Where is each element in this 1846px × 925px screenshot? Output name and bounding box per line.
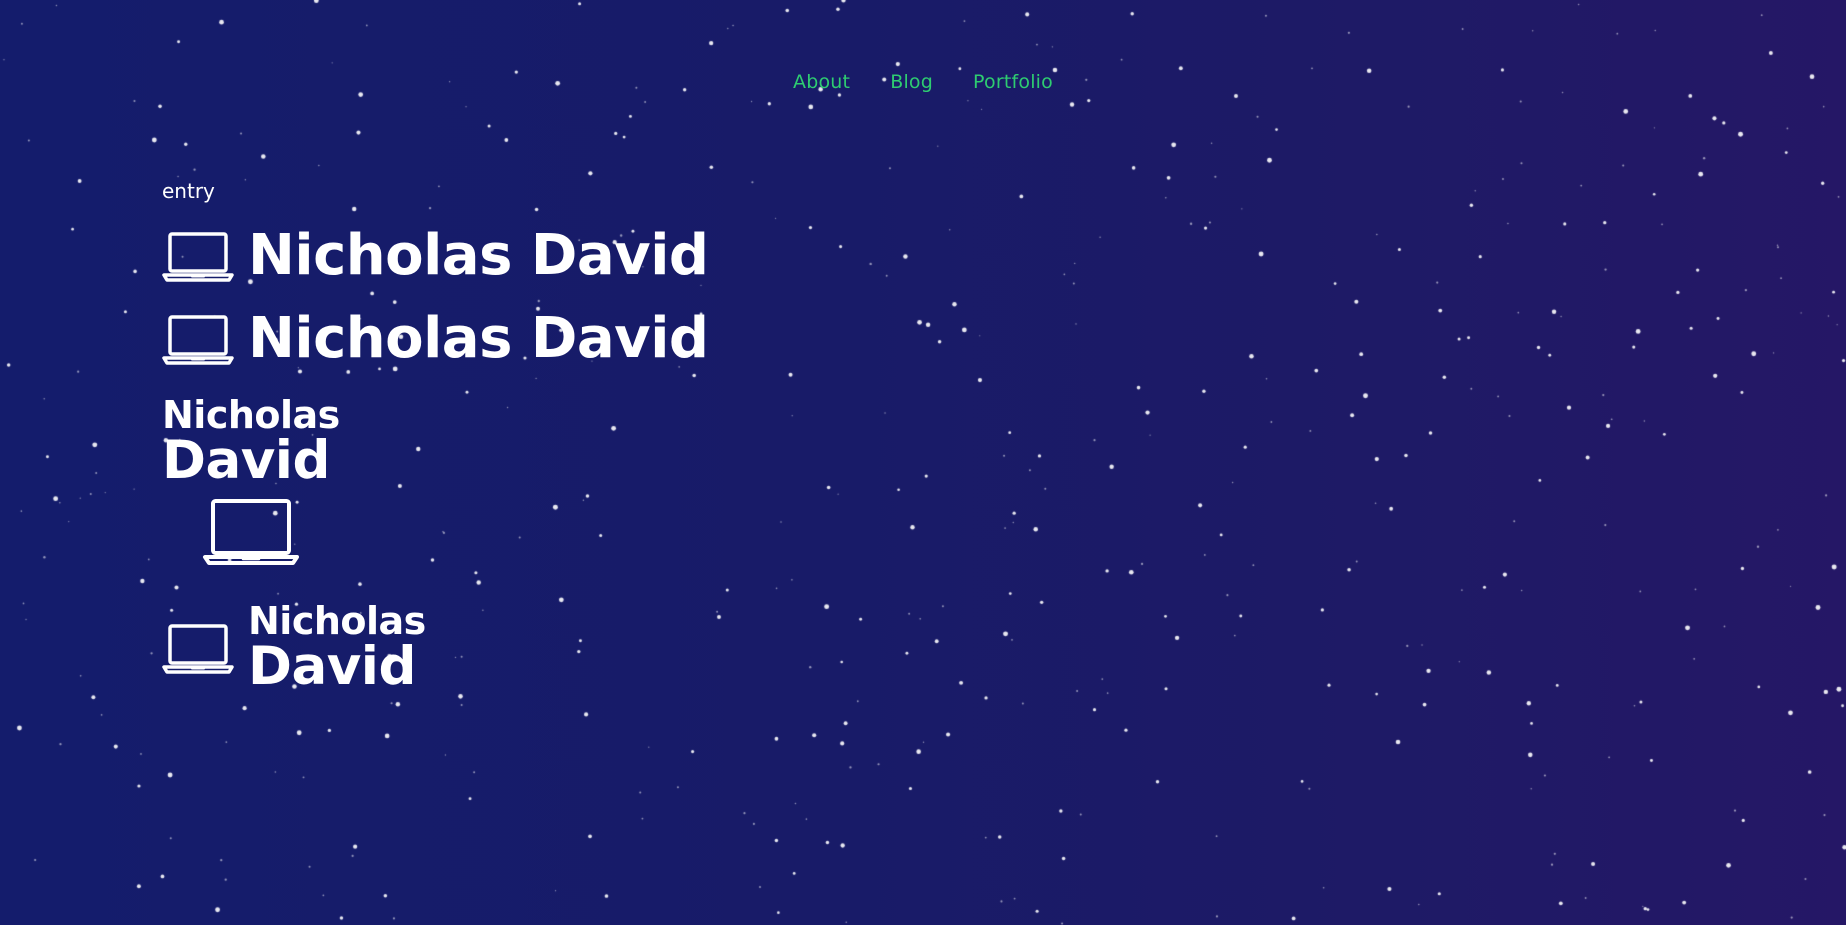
laptop-icon (162, 313, 234, 365)
top-nav: About Blog Portfolio (0, 71, 1846, 93)
logo-inline-1: Nicholas David (162, 223, 709, 288)
logo-stacked: Nicholas David (162, 396, 340, 487)
nav-link-about[interactable]: About (793, 71, 850, 93)
logo-name: Nicholas David (248, 223, 709, 288)
logo-last-name: David (162, 430, 330, 491)
logo-first-name: Nicholas (248, 599, 426, 643)
logo-inline-2: Nicholas David (162, 306, 709, 371)
logo-first-name: Nicholas (162, 393, 340, 437)
laptop-icon (162, 230, 234, 282)
logo-name: Nicholas David (248, 306, 709, 371)
laptop-icon (162, 622, 234, 674)
entry-label: entry (162, 179, 215, 203)
logo-last-name: David (248, 636, 416, 697)
nav-link-blog[interactable]: Blog (890, 71, 933, 93)
nav-link-portfolio[interactable]: Portfolio (973, 71, 1053, 93)
logo-stacked-name: Nicholas David (248, 602, 426, 693)
logo-side-stacked: Nicholas David (162, 602, 426, 693)
laptop-icon (202, 497, 300, 565)
